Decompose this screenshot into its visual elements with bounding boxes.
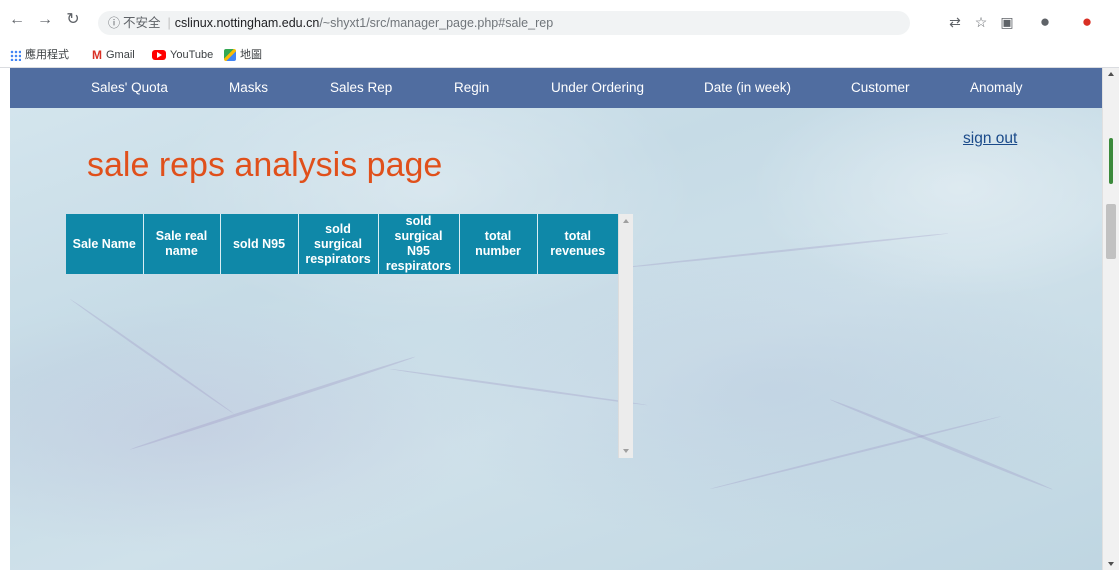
header-line: Sale real: [155, 229, 208, 243]
bookmark-maps[interactable]: 地圖: [224, 47, 262, 63]
translate-icon[interactable]: ⇄: [945, 11, 965, 33]
scroll-down-arrow-icon[interactable]: [1108, 562, 1114, 566]
column-header-sale-name[interactable]: Sale Name: [66, 214, 144, 274]
column-header-total-revenues[interactable]: total revenues: [537, 214, 618, 274]
youtube-icon: [152, 50, 166, 61]
column-header-sold-surgical-respirators[interactable]: sold surgical respirators: [298, 214, 379, 274]
header-line: number: [475, 244, 521, 258]
sales-rep-table: Sale Name Sale real name sold N95 sold s…: [66, 214, 618, 274]
url-path: /~shyxt1/src/manager_page.php#sale_rep: [319, 16, 554, 30]
bookmark-youtube[interactable]: YouTube: [152, 47, 213, 63]
gmail-icon: M: [92, 48, 102, 63]
header-line: sold: [325, 221, 351, 236]
nav-anomaly[interactable]: Anomaly: [970, 68, 1023, 108]
opera-extension-icon[interactable]: ●: [1076, 11, 1098, 33]
nav-sales-rep[interactable]: Sales Rep: [330, 68, 392, 108]
column-header-sold-surgical-n95-respirators[interactable]: sold surgical N95 respirators: [378, 214, 460, 274]
star-bookmark-icon[interactable]: ☆: [971, 11, 991, 33]
nav-regin[interactable]: Regin: [454, 68, 489, 108]
info-icon[interactable]: ⓘ: [108, 16, 120, 30]
column-header-total-number[interactable]: total number: [459, 214, 538, 274]
nav-customer[interactable]: Customer: [851, 68, 910, 108]
header-line: total: [564, 229, 591, 243]
bookmark-label: 應用程式: [25, 49, 69, 61]
header-line: name: [165, 244, 198, 258]
browser-toolbar: ← → ↻ ⓘ 不安全 | cslinux.nottingham.edu.cn/~sh…: [0, 0, 1119, 42]
header-line: respirators: [385, 259, 452, 273]
nav-masks[interactable]: Masks: [229, 68, 268, 108]
sign-out-link[interactable]: sign out: [963, 130, 1017, 148]
reload-icon[interactable]: ↻: [62, 9, 84, 31]
window-scrollbar[interactable]: [1102, 68, 1119, 570]
bookmark-gmail[interactable]: M Gmail: [92, 47, 135, 63]
scroll-up-arrow-icon[interactable]: [1108, 72, 1114, 76]
nav-date-in-week[interactable]: Date (in week): [704, 68, 791, 108]
header-line: surgical: [314, 236, 362, 251]
marble-vein: [829, 398, 1054, 491]
scroll-position-marker: [1109, 138, 1113, 184]
header-line: sold N95: [232, 236, 286, 251]
nav-under-ordering[interactable]: Under Ordering: [551, 68, 644, 108]
header-line: surgical N95: [394, 229, 443, 258]
extension-icon[interactable]: ▣: [997, 11, 1017, 33]
profile-icon[interactable]: ●: [1034, 11, 1056, 33]
apps-grid-icon: [10, 49, 21, 61]
header-line: respirators: [305, 251, 371, 266]
header-line: Sale Name: [72, 236, 136, 251]
bookmark-label: 地圖: [240, 49, 262, 61]
nav-sales-quota[interactable]: Sales' Quota: [91, 68, 168, 108]
sales-table-container: Sale Name Sale real name sold N95 sold s…: [66, 214, 633, 458]
bookmarks-bar: 應用程式 M Gmail YouTube 地圖: [0, 42, 1119, 68]
security-label: 不安全: [123, 16, 161, 30]
scrollbar-thumb[interactable]: [1106, 204, 1116, 259]
table-header-row: Sale Name Sale real name sold N95 sold s…: [66, 214, 618, 274]
header-line: revenues: [550, 244, 606, 258]
address-bar[interactable]: ⓘ 不安全 | cslinux.nottingham.edu.cn/~shyxt1/s…: [98, 11, 910, 35]
column-header-sale-real-name[interactable]: Sale real name: [143, 214, 221, 274]
bookmark-apps[interactable]: 應用程式: [10, 47, 69, 63]
scroll-up-arrow-icon[interactable]: [623, 219, 629, 223]
forward-arrow-icon[interactable]: →: [34, 9, 56, 31]
top-navigation: Sales' Quota Masks Sales Rep Regin Under…: [10, 68, 1102, 108]
maps-icon: [224, 49, 236, 62]
column-header-sold-n95[interactable]: sold N95: [220, 214, 299, 274]
header-line: total: [484, 229, 512, 243]
header-line: sold: [405, 214, 432, 228]
scroll-down-arrow-icon[interactable]: [623, 449, 629, 453]
page-viewport: Sales' Quota Masks Sales Rep Regin Under…: [10, 68, 1102, 570]
bookmark-label: Gmail: [106, 49, 135, 61]
url-host: cslinux.nottingham.edu.cn: [174, 16, 320, 30]
url-separator: |: [167, 16, 171, 30]
back-arrow-icon[interactable]: ←: [6, 9, 28, 31]
bookmark-label: YouTube: [170, 49, 214, 61]
marble-vein: [609, 232, 949, 270]
page-title: sale reps analysis page: [87, 146, 443, 184]
table-scrollbar[interactable]: [618, 214, 633, 458]
